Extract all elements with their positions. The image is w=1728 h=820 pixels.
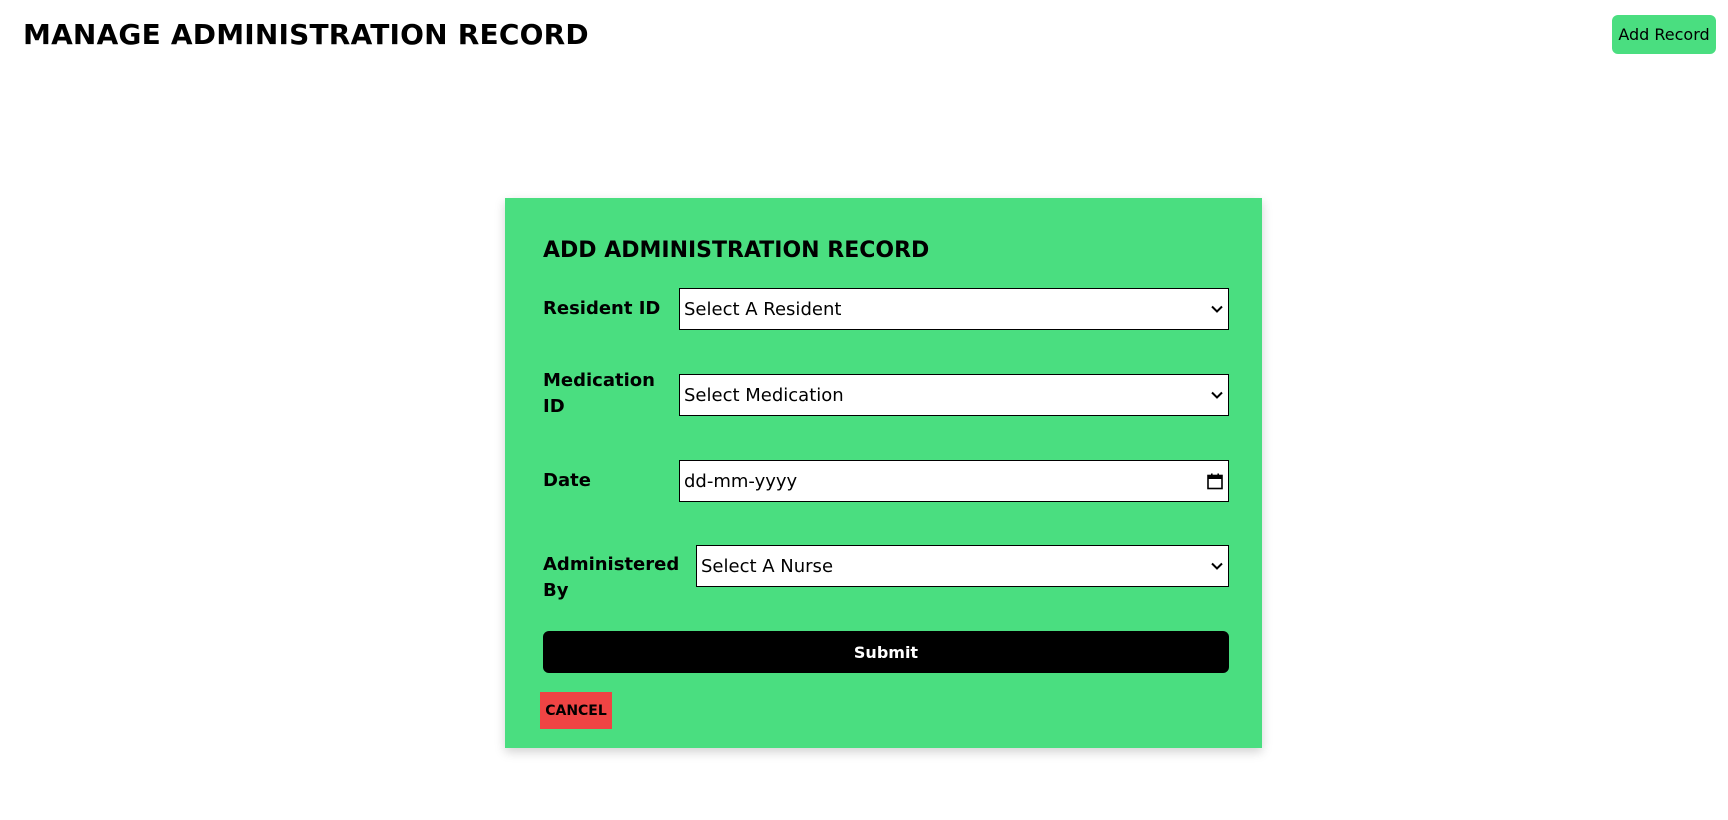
chevron-down-icon — [1210, 559, 1224, 573]
medication-id-select[interactable]: Select Medication — [679, 374, 1229, 416]
date-input[interactable]: dd-mm-yyyy — [679, 460, 1229, 502]
chevron-down-icon — [1210, 302, 1224, 316]
cancel-button[interactable]: CANCEL — [540, 692, 612, 729]
date-label: Date — [543, 470, 591, 491]
calendar-icon[interactable] — [1206, 472, 1224, 490]
submit-button[interactable]: Submit — [543, 631, 1229, 673]
page-title: MANAGE ADMINISTRATION RECORD — [23, 18, 589, 51]
resident-id-value: Select A Resident — [684, 298, 842, 320]
add-record-modal: ADD ADMINISTRATION RECORD Resident ID Se… — [505, 198, 1262, 748]
resident-id-select[interactable]: Select A Resident — [679, 288, 1229, 330]
medication-id-value: Select Medication — [684, 384, 844, 406]
administered-by-label: Administered By — [543, 554, 680, 601]
administered-by-select[interactable]: Select A Nurse — [696, 545, 1229, 587]
add-record-button[interactable]: Add Record — [1612, 15, 1716, 54]
medication-id-label: Medication ID — [543, 370, 655, 417]
chevron-down-icon — [1210, 388, 1224, 402]
resident-id-label: Resident ID — [543, 298, 661, 319]
administered-by-value: Select A Nurse — [701, 555, 834, 577]
modal-title: ADD ADMINISTRATION RECORD — [543, 238, 930, 263]
date-placeholder: dd-mm-yyyy — [684, 470, 798, 492]
